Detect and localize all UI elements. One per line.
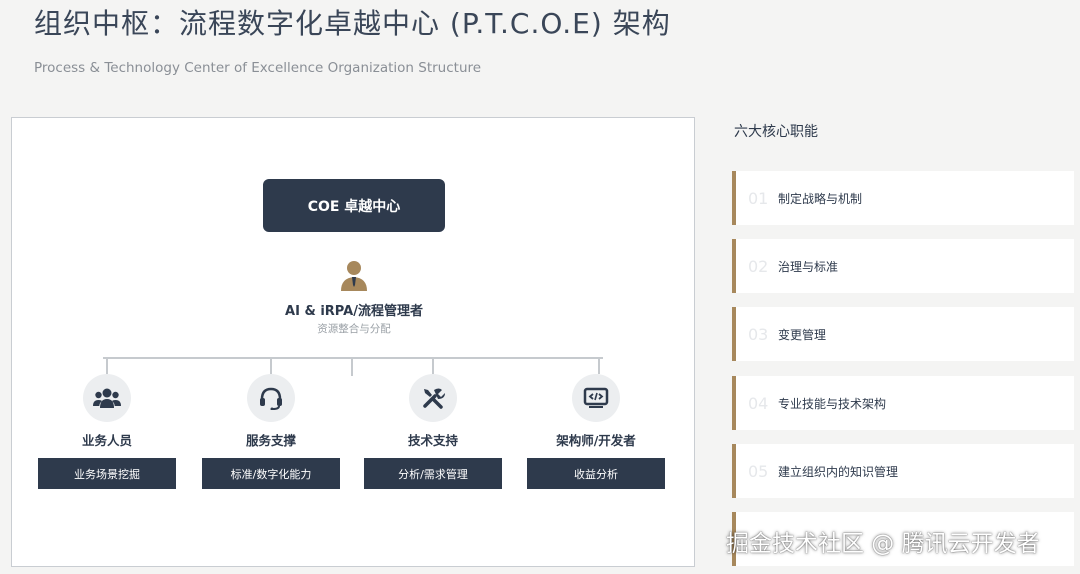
person-icon — [341, 261, 367, 291]
function-number: 05 — [748, 461, 769, 481]
function-item: 03 变更管理 — [732, 307, 1074, 361]
role-task: 收益分析 — [527, 458, 665, 489]
role-name: 架构师/开发者 — [556, 433, 636, 448]
function-label: 变更管理 — [778, 327, 827, 342]
function-item: 04 专业技能与技术架构 — [732, 376, 1074, 430]
role-task: 业务场景挖掘 — [38, 458, 176, 489]
role-name: 服务支撑 — [245, 433, 296, 448]
page-title: 组织中枢：流程数字化卓越中心 (P.T.C.O.E) 架构 — [34, 7, 671, 40]
org-chart-panel: COE 卓越中心 AI & iRPA/流程管理者 资源整合与分配 业务人员 业务… — [11, 117, 695, 567]
function-item: 01 制定战略与机制 — [732, 171, 1074, 225]
role-task: 标准/数字化能力 — [202, 458, 340, 489]
manager-description: 资源整合与分配 — [317, 323, 391, 335]
role-name: 业务人员 — [81, 433, 132, 448]
function-label: 治理与标准 — [778, 259, 839, 274]
tools-icon — [423, 388, 445, 409]
role-name: 技术支持 — [407, 433, 458, 448]
function-number: 02 — [748, 256, 769, 276]
watermark-text: 掘金技术社区 @ 腾讯云开发者 — [726, 531, 1040, 557]
users-icon — [93, 388, 121, 408]
function-number: 01 — [748, 188, 769, 208]
function-item: 02 治理与标准 — [732, 239, 1074, 293]
page-subtitle: Process & Technology Center of Excellenc… — [34, 60, 482, 76]
function-label: 制定战略与机制 — [778, 191, 863, 206]
manager-name: AI & iRPA/流程管理者 — [285, 304, 423, 319]
functions-title: 六大核心职能 — [734, 124, 818, 140]
function-item: 05 建立组织内的知识管理 — [732, 444, 1074, 498]
function-number: 03 — [748, 324, 769, 344]
role-task: 分析/需求管理 — [364, 458, 502, 489]
function-label: 建立组织内的知识管理 — [778, 464, 899, 479]
code-icon — [583, 387, 609, 408]
function-label: 专业技能与技术架构 — [778, 396, 887, 411]
coe-root-node: COE 卓越中心 — [263, 179, 445, 232]
headset-icon — [260, 387, 282, 410]
function-number: 04 — [748, 393, 769, 413]
